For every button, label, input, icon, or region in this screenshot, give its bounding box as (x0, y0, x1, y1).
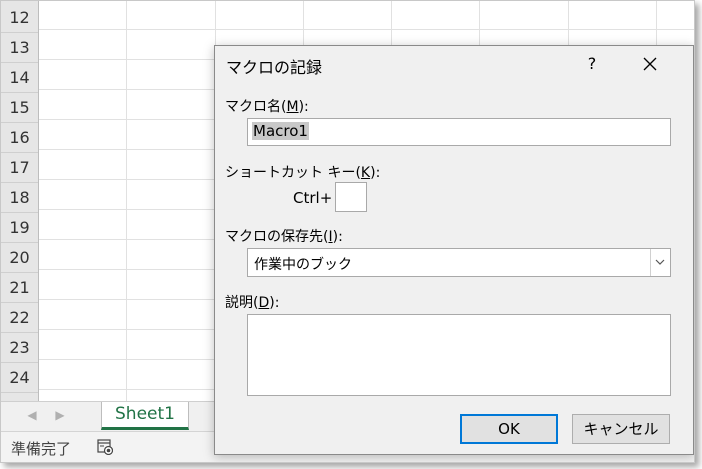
chevron-down-icon (655, 259, 665, 265)
row-header[interactable]: 24 (1, 363, 38, 393)
help-button[interactable]: ? (577, 52, 607, 76)
row-header[interactable]: 22 (1, 303, 38, 333)
cancel-button[interactable]: キャンセル (572, 414, 670, 444)
row-header[interactable]: 18 (1, 183, 38, 213)
column-gridline (126, 1, 127, 401)
macro-name-input[interactable]: Macro1 (247, 118, 671, 146)
shortcut-key-label: ショートカット キー(K): (225, 165, 381, 181)
store-macro-in-value: 作業中のブック (254, 257, 352, 273)
macro-record-icon[interactable] (97, 439, 113, 455)
row-header[interactable]: 16 (1, 123, 38, 153)
description-textarea[interactable] (247, 314, 671, 396)
row-header[interactable]: 25 (1, 393, 38, 401)
row-headers: 1213141516171819202122232425 (1, 1, 39, 401)
row-header[interactable]: 17 (1, 153, 38, 183)
scroll-left-icon[interactable]: ◀ (25, 408, 39, 422)
ok-button[interactable]: OK (460, 414, 558, 444)
row-header[interactable]: 13 (1, 33, 38, 63)
row-header[interactable]: 21 (1, 273, 38, 303)
excel-window: 1213141516171819202122232425 ◀ ▶ Sheet1 … (0, 0, 695, 463)
close-button[interactable] (635, 52, 665, 76)
row-header[interactable]: 12 (1, 3, 38, 33)
record-macro-dialog: マクロの記録 ? マクロ名(M): Macro1 ショートカット キー(K): … (214, 45, 694, 455)
description-label: 説明(D): (225, 295, 280, 311)
macro-name-label: マクロ名(M): (225, 99, 309, 115)
status-text: 準備完了 (11, 440, 72, 458)
row-header[interactable]: 20 (1, 243, 38, 273)
row-header[interactable]: 14 (1, 63, 38, 93)
row-header[interactable]: 15 (1, 93, 38, 123)
sheet-tab-sheet1[interactable]: Sheet1 (101, 402, 189, 430)
macro-name-value: Macro1 (252, 122, 309, 140)
scroll-right-icon[interactable]: ▶ (53, 408, 67, 422)
row-header[interactable]: 23 (1, 333, 38, 363)
close-icon (643, 57, 657, 71)
dropdown-button[interactable] (650, 249, 670, 276)
row-header[interactable]: 19 (1, 213, 38, 243)
store-macro-in-select[interactable]: 作業中のブック (247, 248, 671, 277)
ctrl-prefix-label: Ctrl+ (293, 189, 333, 207)
dialog-title: マクロの記録 (226, 58, 323, 77)
store-macro-in-label: マクロの保存先(I): (225, 229, 343, 245)
shortcut-key-input[interactable] (335, 182, 367, 212)
